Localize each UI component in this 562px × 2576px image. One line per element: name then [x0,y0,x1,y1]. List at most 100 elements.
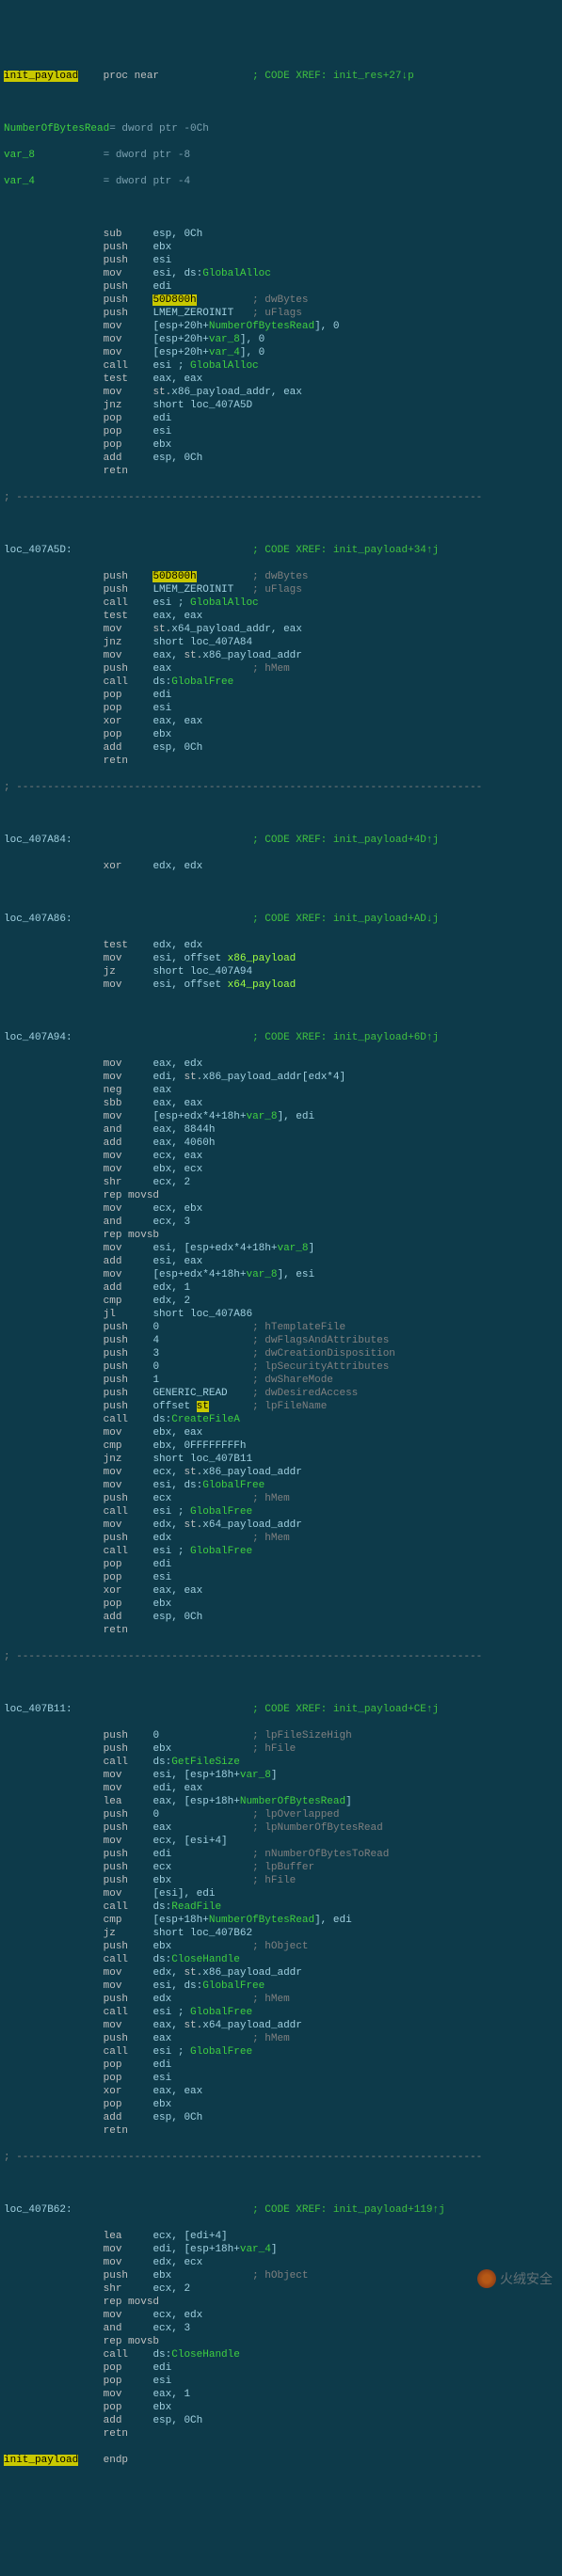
instruction: sub esp, 0Ch [4,228,562,241]
instruction: mov ebx, ecx [4,1163,562,1176]
instruction: push edi [4,280,562,294]
instruction: lea eax, [esp+18h+NumberOfBytesRead] [4,1795,562,1808]
instruction: sbb eax, eax [4,1097,562,1110]
disassembly-view: init_payload proc near ; CODE XREF: init… [0,53,562,2484]
instruction: push ebx ; hFile [4,1874,562,1887]
instruction: jnz short loc_407A5D [4,399,562,412]
instruction: jnz short loc_407B11 [4,1453,562,1466]
instruction: push eax ; hMem [4,2032,562,2045]
instruction: add esp, 0Ch [4,2414,562,2427]
endp-line: init_payload endp [4,2454,562,2467]
instruction: call ds:GetFileSize [4,1756,562,1769]
instruction: call ds:CloseHandle [4,2348,562,2361]
instruction: push offset st ; lpFileName [4,1400,562,1413]
instruction: retn [4,465,562,478]
instruction: push 0 ; lpOverlapped [4,1808,562,1821]
instruction: mov edi, [esp+18h+var_4] [4,2243,562,2256]
instruction: mov st.x86_payload_addr, eax [4,386,562,399]
instruction: mov edx, ecx [4,2256,562,2269]
instruction: retn [4,2124,562,2138]
instruction: mov [esp+20h+var_4], 0 [4,346,562,359]
label-line: loc_407B62: ; CODE XREF: init_payload+11… [4,2203,562,2217]
instruction: xor eax, eax [4,715,562,728]
instruction: pop ebx [4,728,562,741]
watermark: 火绒安全 [477,2269,553,2288]
blank-line [4,517,562,531]
instruction: pop ebx [4,2098,562,2111]
instruction: xor eax, eax [4,2085,562,2098]
instruction: push 50D800h ; dwBytes [4,570,562,583]
instruction: call esi ; GlobalFree [4,2006,562,2019]
instruction: pop edi [4,2059,562,2072]
instruction: mov esi, [esp+18h+var_8] [4,1769,562,1782]
instruction: call esi ; GlobalFree [4,2045,562,2059]
instruction: mov edx, st.x86_payload_addr [4,1966,562,1980]
instruction: mov eax, st.x64_payload_addr [4,2019,562,2032]
separator: ; --------------------------------------… [4,491,562,504]
instruction: push LMEM_ZEROINIT ; uFlags [4,583,562,596]
instruction: neg eax [4,1084,562,1097]
instruction: mov ecx, eax [4,1150,562,1163]
instruction: and ecx, 3 [4,1216,562,1229]
instruction: rep movsd [4,1189,562,1202]
instruction: push 0 ; lpFileSizeHigh [4,1729,562,1742]
instruction: push ebx ; hObject [4,1940,562,1953]
instruction: push 1 ; dwShareMode [4,1374,562,1387]
blank-line [4,2177,562,2190]
instruction: jl short loc_407A86 [4,1308,562,1321]
instruction: call ds:CloseHandle [4,1953,562,1966]
blank-line [4,201,562,215]
instruction: mov [esi], edi [4,1887,562,1900]
instruction: mov eax, 1 [4,2388,562,2401]
separator: ; --------------------------------------… [4,781,562,794]
label-line: loc_407A84: ; CODE XREF: init_payload+4D… [4,834,562,847]
instruction: mov esi, ds:GlobalFree [4,1479,562,1492]
instruction: mov edx, st.x64_payload_addr [4,1519,562,1532]
instruction: xor eax, eax [4,1584,562,1598]
blank-line [4,886,562,899]
instruction: cmp ebx, 0FFFFFFFFh [4,1439,562,1453]
instruction: call esi ; GlobalAlloc [4,596,562,610]
instruction: add esp, 0Ch [4,452,562,465]
instruction: push LMEM_ZEROINIT ; uFlags [4,307,562,320]
label-line: loc_407A86: ; CODE XREF: init_payload+AD… [4,913,562,926]
blank-line [4,1677,562,1690]
instruction: mov [esp+edx*4+18h+var_8], edi [4,1110,562,1123]
var-decl: NumberOfBytesRead= dword ptr -0Ch [4,122,562,135]
instruction: mov ecx, ebx [4,1202,562,1216]
instruction: mov esi, ds:GlobalAlloc [4,267,562,280]
instruction: mov eax, st.x86_payload_addr [4,649,562,662]
instruction: pop ebx [4,1598,562,1611]
instruction: mov [esp+edx*4+18h+var_8], esi [4,1268,562,1281]
instruction: pop edi [4,2361,562,2375]
instruction: mov [esp+20h+var_8], 0 [4,333,562,346]
instruction: mov ecx, [esi+4] [4,1835,562,1848]
instruction: pop edi [4,689,562,702]
blank-line [4,807,562,820]
instruction: push eax ; hMem [4,662,562,676]
instruction: mov edi, st.x86_payload_addr[edx*4] [4,1071,562,1084]
instruction: and ecx, 3 [4,2322,562,2335]
instruction: and eax, 8844h [4,1123,562,1137]
instruction: push edx ; hMem [4,1993,562,2006]
instruction: xor edx, edx [4,860,562,873]
instruction: test eax, eax [4,610,562,623]
instruction: rep movsb [4,2335,562,2348]
instruction: mov edi, eax [4,1782,562,1795]
instruction: mov ecx, edx [4,2309,562,2322]
separator: ; --------------------------------------… [4,1650,562,1663]
instruction: push esi [4,254,562,267]
instruction: push 0 ; lpSecurityAttributes [4,1360,562,1374]
instruction: push ebx [4,241,562,254]
instruction: mov eax, edx [4,1057,562,1071]
instruction: add esp, 0Ch [4,2111,562,2124]
instruction: retn [4,755,562,768]
instruction: push 0 ; hTemplateFile [4,1321,562,1334]
instruction: add edx, 1 [4,1281,562,1295]
instruction: pop edi [4,412,562,425]
instruction: push ebx ; hFile [4,1742,562,1756]
instruction: retn [4,1624,562,1637]
instruction: call esi ; GlobalAlloc [4,359,562,373]
label-line: loc_407A5D: ; CODE XREF: init_payload+34… [4,544,562,557]
separator: ; --------------------------------------… [4,2151,562,2164]
